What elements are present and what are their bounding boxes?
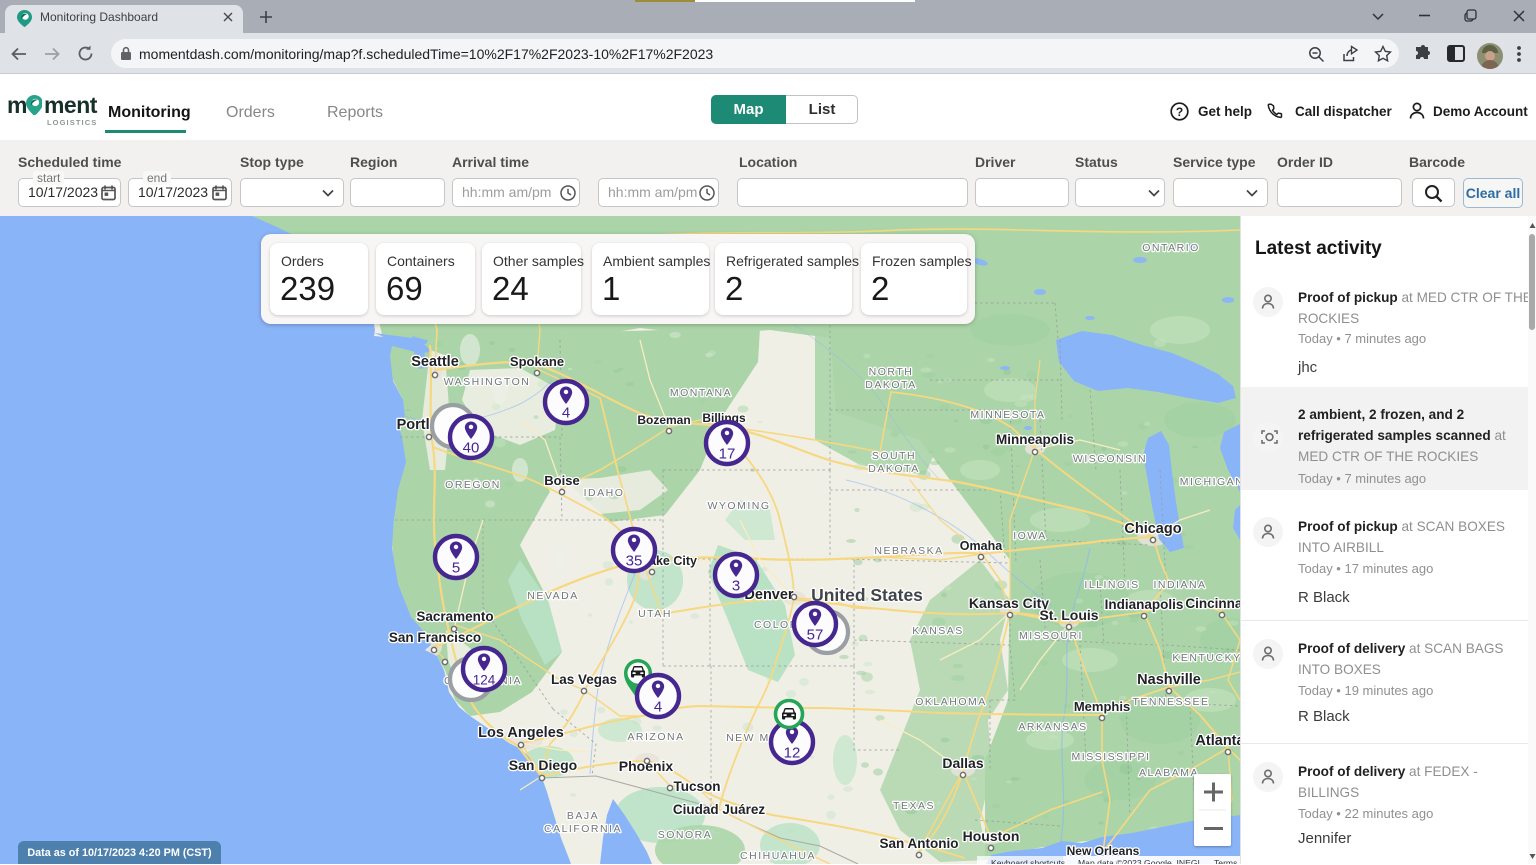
svg-text:Spokane: Spokane (510, 354, 564, 369)
svg-text:MISSOURI: MISSOURI (1019, 630, 1083, 642)
svg-text:WISCONSIN: WISCONSIN (1073, 453, 1147, 465)
svg-text:Houston: Houston (963, 828, 1020, 844)
svg-text:Map data ©2023 Google, INEGI: Map data ©2023 Google, INEGI (1078, 858, 1200, 864)
svg-text:KANSAS: KANSAS (912, 625, 964, 637)
svg-text:Los Angeles: Los Angeles (478, 725, 564, 741)
svg-text:ARIZONA: ARIZONA (627, 731, 684, 743)
svg-text:UTAH: UTAH (638, 608, 672, 620)
svg-text:MINNESOTA: MINNESOTA (970, 409, 1045, 421)
svg-text:San Francisco: San Francisco (389, 630, 481, 645)
svg-text:Minneapolis: Minneapolis (996, 432, 1074, 447)
svg-text:BAJA: BAJA (567, 810, 599, 822)
svg-text:United States: United States (811, 585, 923, 605)
svg-text:Dallas: Dallas (942, 755, 983, 771)
svg-text:Memphis: Memphis (1074, 699, 1130, 714)
svg-text:NEBRASKA: NEBRASKA (874, 545, 943, 557)
svg-text:TEXAS: TEXAS (893, 800, 935, 812)
svg-text:San Diego: San Diego (509, 757, 577, 773)
svg-text:MICHIGAN: MICHIGAN (1180, 476, 1240, 488)
svg-text:Ciudad Juárez: Ciudad Juárez (673, 802, 766, 817)
svg-text:INDIANA: INDIANA (1153, 579, 1206, 591)
svg-text:35: 35 (626, 553, 643, 570)
svg-text:Kansas City: Kansas City (969, 595, 1049, 611)
svg-text:ILLINOIS: ILLINOIS (1084, 579, 1139, 591)
svg-text:4: 4 (562, 405, 570, 422)
svg-text:124: 124 (473, 673, 496, 688)
svg-text:17: 17 (719, 446, 736, 463)
svg-text:Chicago: Chicago (1124, 521, 1181, 537)
svg-text:Sacramento: Sacramento (416, 609, 493, 624)
svg-text:SONORA: SONORA (658, 829, 713, 841)
svg-text:WASHINGTON: WASHINGTON (444, 376, 531, 388)
svg-text:KENTUCKY: KENTUCKY (1172, 652, 1240, 664)
svg-text:Terms: Terms (1214, 858, 1237, 864)
svg-text:?: ? (1176, 105, 1183, 119)
svg-text:Atlanta: Atlanta (1195, 733, 1240, 749)
svg-text:DAKOTA: DAKOTA (865, 379, 916, 391)
svg-text:Bozeman: Bozeman (637, 413, 690, 427)
svg-text:Las Vegas: Las Vegas (551, 672, 617, 687)
svg-text:57: 57 (807, 627, 824, 644)
svg-text:DAKOTA: DAKOTA (868, 463, 919, 475)
svg-text:NEVADA: NEVADA (527, 590, 578, 602)
svg-text:Indianapolis: Indianapolis (1105, 597, 1184, 612)
svg-text:IDAHO: IDAHO (584, 487, 625, 499)
svg-text:Cincinnati: Cincinnati (1185, 596, 1240, 611)
svg-text:ONTARIO: ONTARIO (1142, 242, 1200, 254)
svg-text:Keyboard shortcuts: Keyboard shortcuts (991, 858, 1065, 864)
svg-text:NORTH: NORTH (869, 366, 914, 378)
svg-text:IOWA: IOWA (1013, 530, 1047, 542)
svg-text:Tucson: Tucson (674, 779, 721, 794)
svg-text:MONTANA: MONTANA (670, 387, 732, 399)
svg-text:TENNESSEE: TENNESSEE (1132, 696, 1209, 708)
svg-text:MISSISSIPPI: MISSISSIPPI (1072, 751, 1151, 763)
svg-text:WYOMING: WYOMING (708, 500, 771, 512)
svg-text:St. Louis: St. Louis (1039, 607, 1098, 623)
svg-text:New Orleans: New Orleans (1067, 844, 1140, 858)
svg-text:OREGON: OREGON (445, 479, 501, 491)
svg-text:San Antonio: San Antonio (880, 836, 959, 851)
svg-text:Omaha: Omaha (960, 539, 1003, 553)
svg-text:40: 40 (463, 440, 480, 457)
svg-text:Nashville: Nashville (1137, 672, 1201, 688)
svg-text:ALABAMA: ALABAMA (1139, 767, 1199, 779)
svg-text:CHIHUAHUA: CHIHUAHUA (740, 850, 816, 862)
svg-text:Seattle: Seattle (411, 354, 459, 370)
svg-text:ARKANSAS: ARKANSAS (1018, 721, 1087, 733)
svg-text:CALIFORNIA: CALIFORNIA (544, 823, 622, 835)
svg-text:Boise: Boise (544, 473, 579, 488)
svg-text:12: 12 (784, 745, 801, 762)
svg-text:4: 4 (654, 699, 662, 716)
svg-text:3: 3 (732, 578, 740, 595)
svg-text:OKLAHOMA: OKLAHOMA (915, 696, 987, 708)
svg-text:5: 5 (452, 560, 460, 577)
svg-text:SOUTH: SOUTH (872, 450, 916, 462)
